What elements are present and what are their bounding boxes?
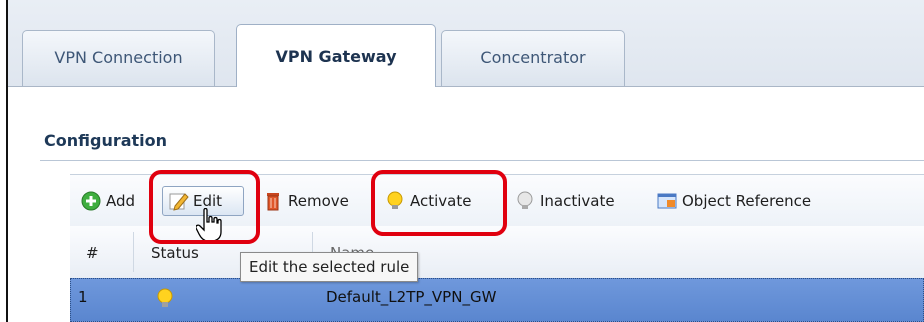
column-divider[interactable] <box>133 232 134 272</box>
object-reference-button[interactable]: Object Reference <box>656 186 811 216</box>
section-divider <box>40 160 924 161</box>
activate-label: Activate <box>410 192 472 210</box>
inactivate-label: Inactivate <box>540 192 615 210</box>
tab-label: VPN Connection <box>54 48 183 67</box>
section-title: Configuration <box>44 131 168 150</box>
column-header-index[interactable]: # <box>86 244 99 262</box>
column-header-status[interactable]: Status <box>151 244 199 262</box>
hand-cursor-icon <box>196 208 222 242</box>
tab-label: Concentrator <box>480 48 586 67</box>
tab-label: VPN Gateway <box>275 47 397 66</box>
inactivate-button[interactable]: Inactivate <box>514 186 615 216</box>
object-reference-icon <box>656 190 678 212</box>
tooltip: Edit the selected rule <box>240 252 419 282</box>
tab-vpn-gateway[interactable]: VPN Gateway <box>236 24 436 87</box>
activate-button[interactable]: Activate <box>384 186 471 216</box>
remove-label: Remove <box>288 192 349 210</box>
tab-concentrator[interactable]: Concentrator <box>441 30 625 86</box>
lightbulb-off-icon <box>514 190 536 212</box>
add-button[interactable]: Add <box>80 186 135 216</box>
add-icon <box>80 190 102 212</box>
lightbulb-on-icon <box>384 190 406 212</box>
table-row[interactable] <box>70 278 924 322</box>
row-index: 1 <box>78 288 88 306</box>
lightbulb-on-icon <box>154 286 176 312</box>
row-name: Default_L2TP_VPN_GW <box>326 288 497 306</box>
remove-button[interactable]: Remove <box>262 186 349 216</box>
tab-vpn-connection[interactable]: VPN Connection <box>22 30 215 86</box>
trash-icon <box>262 190 284 212</box>
edit-pencil-icon <box>167 190 189 212</box>
add-label: Add <box>106 192 136 210</box>
object-reference-label: Object Reference <box>682 192 812 210</box>
tooltip-text: Edit the selected rule <box>249 258 410 276</box>
